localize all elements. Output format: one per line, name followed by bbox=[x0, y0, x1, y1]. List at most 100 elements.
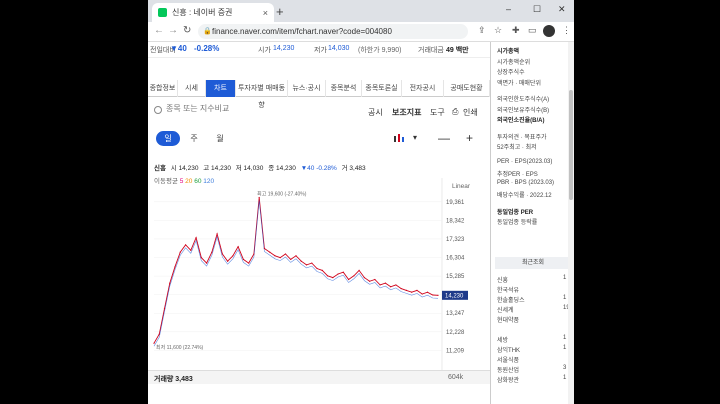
price-info-line: 신흥 시 14,230 고 14,230 저 14,030 종 14,230 ▼… bbox=[154, 162, 369, 172]
data-point bbox=[332, 277, 334, 279]
data-point bbox=[326, 275, 329, 277]
info-item: 동일업종 등락률 bbox=[497, 220, 538, 226]
data-point bbox=[316, 267, 318, 270]
tab-disclosure[interactable]: 전자공시 bbox=[402, 80, 444, 97]
data-point bbox=[369, 280, 371, 282]
data-point bbox=[227, 260, 229, 262]
candlestick-type-icon[interactable] bbox=[393, 133, 407, 144]
data-point bbox=[211, 251, 213, 253]
minimize-button[interactable]: – bbox=[506, 4, 511, 14]
data-point bbox=[390, 286, 392, 288]
y-tick-label: 19,361 bbox=[446, 200, 465, 206]
back-icon[interactable]: ← bbox=[154, 25, 164, 36]
volume-bar: 거래량 3,483 604k bbox=[148, 370, 490, 384]
recent-item[interactable]: 신세계 bbox=[497, 305, 514, 314]
tab-summary[interactable]: 종합정보 bbox=[148, 80, 178, 97]
url-field[interactable]: 🔒 finance.naver.com/item/fchart.naver?co… bbox=[198, 24, 468, 39]
forward-icon[interactable]: → bbox=[168, 25, 178, 36]
data-point bbox=[400, 287, 402, 290]
recent-item[interactable]: 서울식품 bbox=[497, 355, 519, 364]
change-pct: -0.28% bbox=[194, 44, 220, 53]
info-item: 배당수익률 · 2022.12 bbox=[497, 193, 552, 199]
info-item: 추정PER · EPS bbox=[497, 172, 538, 178]
url-text: finance.naver.com/item/fchart.naver?code… bbox=[212, 27, 392, 36]
data-point bbox=[284, 253, 287, 255]
menu-icon[interactable]: ⋮ bbox=[562, 25, 571, 36]
tools-link[interactable]: 도구 bbox=[430, 107, 445, 118]
high-note: 최고 19,600 (-27.40%) bbox=[257, 190, 307, 197]
extensions-icon[interactable]: ✚ bbox=[512, 25, 520, 36]
browser-tab[interactable]: 신흥 : 네이버 증권 × bbox=[152, 3, 274, 22]
recent-item-count: 3 bbox=[563, 365, 567, 371]
chart-type-dropdown-icon[interactable]: ▾ bbox=[413, 133, 417, 142]
tab-bar: 신흥 : 네이버 증권 × + – ☐ ✕ bbox=[148, 0, 574, 22]
tab-title: 신흥 : 네이버 증권 bbox=[172, 8, 233, 17]
recent-item[interactable]: 세방 bbox=[497, 335, 508, 344]
data-point bbox=[300, 260, 302, 262]
scrollbar-thumb[interactable] bbox=[569, 90, 573, 200]
period-day[interactable]: 일 bbox=[156, 131, 180, 146]
data-point bbox=[190, 249, 192, 251]
data-point bbox=[216, 233, 218, 235]
tab-discussion[interactable]: 종목토론실 bbox=[362, 80, 402, 97]
data-point bbox=[379, 284, 381, 286]
info-item: 외국인보유주식수(B) bbox=[497, 107, 550, 114]
low-label: 저가 bbox=[314, 47, 327, 54]
sidebar-icon[interactable]: ▭ bbox=[528, 25, 537, 36]
tab-short-selling[interactable]: 공매도현황 bbox=[444, 80, 490, 97]
low-value: 14,030 bbox=[328, 45, 350, 52]
data-point bbox=[237, 246, 239, 248]
open-label: 시가 bbox=[258, 47, 271, 54]
data-point bbox=[421, 293, 423, 295]
period-month[interactable]: 월 bbox=[208, 131, 232, 146]
data-point bbox=[347, 278, 350, 281]
left-black-margin bbox=[0, 0, 148, 404]
share-icon[interactable]: ⇪ bbox=[478, 25, 486, 36]
recent-item[interactable]: 삼익THK bbox=[497, 345, 520, 354]
info-item: 동일업종 PER bbox=[497, 209, 534, 216]
profile-avatar[interactable] bbox=[543, 25, 555, 37]
tab-quotes[interactable]: 시세 bbox=[178, 80, 206, 97]
compare-search-input[interactable] bbox=[166, 104, 316, 113]
amount-value: 49 백만 bbox=[446, 47, 469, 54]
tab-close-icon[interactable]: × bbox=[263, 8, 268, 18]
data-point bbox=[337, 273, 339, 275]
y-tick-label: 16,304 bbox=[446, 256, 465, 262]
period-week[interactable]: 주 bbox=[182, 131, 206, 146]
data-point bbox=[205, 262, 208, 264]
disclosure-link[interactable]: 공시 bbox=[368, 107, 383, 118]
tab-investor-trends[interactable]: 투자자별 매매동향 bbox=[236, 80, 288, 109]
close-window-button[interactable]: ✕ bbox=[558, 4, 566, 15]
recent-item[interactable]: 한솔홀딩스 bbox=[497, 295, 525, 304]
data-point bbox=[221, 253, 223, 255]
recent-item[interactable]: 동원산업 bbox=[497, 365, 519, 374]
recent-item[interactable]: 신흥 bbox=[497, 275, 508, 284]
data-point bbox=[321, 269, 323, 271]
indicator-link[interactable]: 보조지표 bbox=[392, 107, 421, 118]
tab-news[interactable]: 뉴스·공시 bbox=[288, 80, 326, 97]
stock-name: 신흥 bbox=[154, 165, 166, 172]
bookmark-star-icon[interactable]: ☆ bbox=[494, 25, 502, 36]
price-chart[interactable]: Linear 19,361 18,342 17,323 16,304 15,285 14,… bbox=[148, 178, 490, 370]
data-point bbox=[395, 284, 397, 286]
tab-chart[interactable]: 차트 bbox=[206, 80, 236, 97]
zoom-out-button[interactable]: — bbox=[438, 131, 450, 145]
data-point bbox=[274, 255, 276, 257]
browser-window: 신흥 : 네이버 증권 × + – ☐ ✕ ← → ↻ 🔒 finance.na… bbox=[148, 0, 574, 404]
zoom-in-button[interactable]: + bbox=[466, 131, 473, 145]
data-point bbox=[232, 255, 234, 257]
print-icon[interactable]: ⎙ bbox=[452, 107, 458, 117]
maximize-button[interactable]: ☐ bbox=[533, 4, 541, 15]
scale-label[interactable]: Linear bbox=[452, 183, 471, 190]
print-link[interactable]: 인쇄 bbox=[463, 107, 478, 118]
recent-item[interactable]: 현대약품 bbox=[497, 315, 519, 324]
new-tab-button[interactable]: + bbox=[276, 4, 284, 19]
data-point bbox=[158, 333, 160, 335]
recent-item[interactable]: 한국석유 bbox=[497, 285, 519, 294]
data-point bbox=[363, 277, 365, 279]
amount-label: 거래대금 bbox=[418, 47, 444, 54]
tab-analysis[interactable]: 종목분석 bbox=[326, 80, 362, 97]
recent-item[interactable]: 삼화왕관 bbox=[497, 375, 519, 384]
reload-icon[interactable]: ↻ bbox=[183, 25, 191, 36]
data-point bbox=[353, 275, 355, 277]
